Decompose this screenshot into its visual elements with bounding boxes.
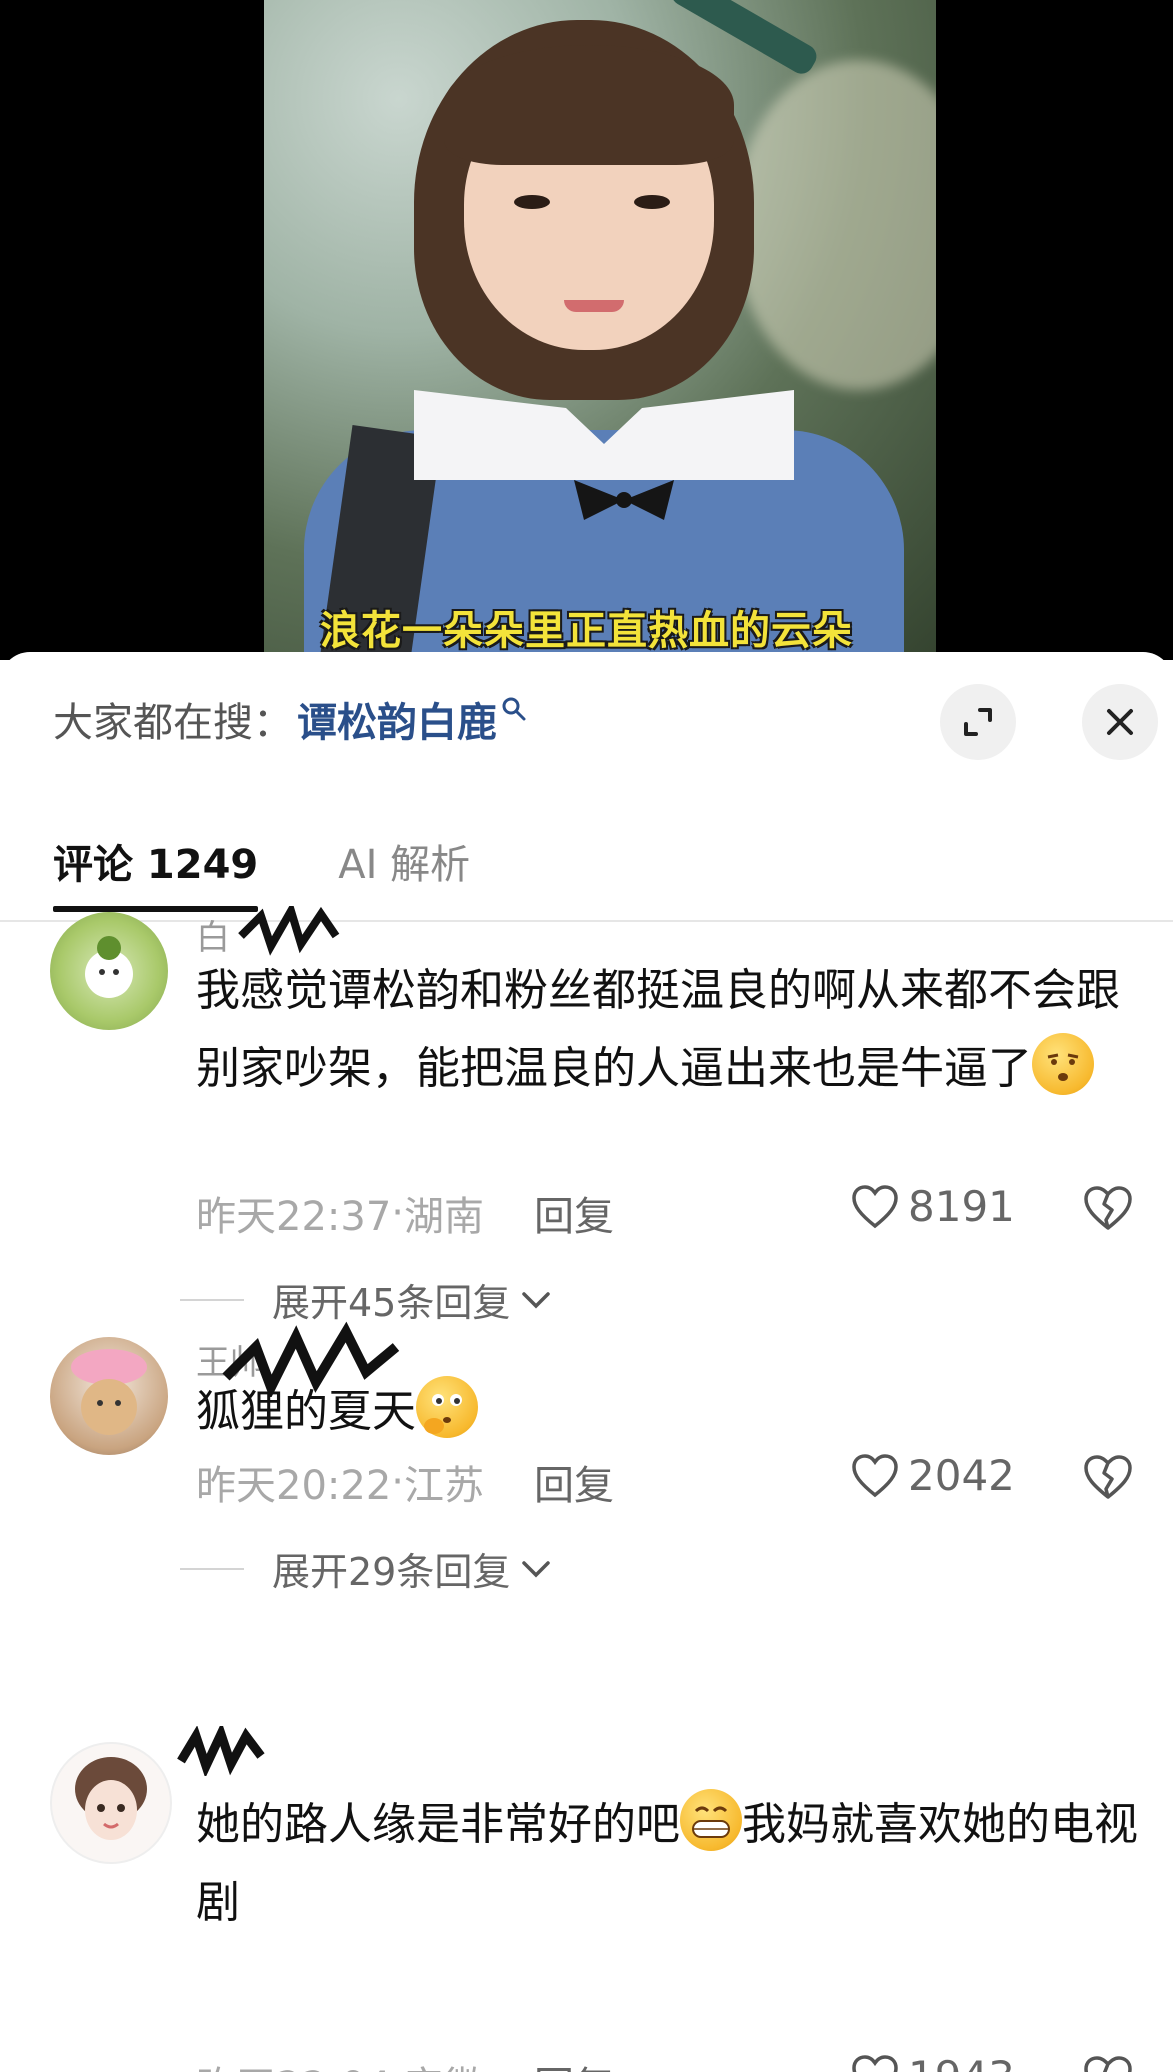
reply-button[interactable]: 回复 [534, 1453, 614, 1511]
comment-meta: 昨天22:04 · 安徽 回复 [196, 2054, 614, 2072]
broken-heart-icon [1084, 1186, 1132, 1230]
grinning-face-icon [680, 1789, 742, 1851]
username-redaction [238, 906, 340, 956]
broken-heart-icon [1084, 2056, 1132, 2072]
tab-comments-label: 评论 1249 [53, 842, 259, 888]
comment-panel: 大家都在搜： 谭松韵白鹿 评论 1249 AI 解析 白 我感觉谭松韵和粉丝都挺… [0, 652, 1173, 2072]
comment-location: 湖南 [404, 1194, 484, 1240]
search-prefix: 大家都在搜： [53, 700, 293, 746]
comment-text: 狐狸的夏天 [196, 1373, 1156, 1451]
close-button[interactable] [1082, 684, 1158, 760]
heart-icon [852, 2054, 898, 2072]
expand-replies-label: 展开29条回复 [272, 1550, 511, 1594]
comment-location: 安徽 [404, 2054, 484, 2072]
comment-text: 我感觉谭松韵和粉丝都挺温良的啊从来都不会跟别家吵架，能把温良的人逼出来也是牛逼了 [196, 965, 1120, 1095]
comment-location: 江苏 [404, 1463, 484, 1509]
dislike-button[interactable] [1082, 1184, 1134, 1236]
comment-time: 昨天20:22 [196, 1463, 392, 1509]
divider [0, 920, 1173, 922]
tab-ai-analysis[interactable]: AI 解析 [338, 832, 470, 890]
video-frame [264, 0, 936, 660]
like-count: 1943 [908, 2052, 1015, 2072]
video-subtitle: 浪花一朵朵里正直热血的云朵 [320, 608, 853, 654]
chevron-down-icon [522, 1560, 551, 1577]
broken-heart-icon [1084, 1455, 1132, 1499]
like-button[interactable]: 1943 [850, 2052, 1015, 2072]
comment-time: 昨天22:04 [196, 2054, 391, 2072]
dislike-button[interactable] [1082, 2054, 1134, 2072]
search-term-link[interactable]: 谭松韵白鹿 [297, 690, 497, 748]
username-redaction [177, 1726, 265, 1776]
expand-icon [964, 708, 992, 736]
heart-icon [852, 1184, 898, 1228]
search-icon [502, 697, 526, 721]
divider [180, 1567, 244, 1570]
unamused-face-icon [1032, 1033, 1094, 1095]
chevron-down-icon [522, 1291, 551, 1308]
tab-ai-label: AI 解析 [338, 842, 471, 888]
heart-icon [852, 1453, 898, 1497]
comment-tabs: 评论 1249 AI 解析 [53, 832, 550, 912]
comment-meta: 昨天22:37 · 湖南 回复 [196, 1184, 614, 1242]
like-button[interactable]: 8191 [850, 1182, 1015, 1231]
avatar[interactable] [50, 912, 168, 1030]
tab-comments[interactable]: 评论 1249 [53, 832, 259, 912]
like-button[interactable]: 2042 [850, 1451, 1015, 1500]
close-icon [1107, 709, 1133, 735]
divider [180, 1298, 244, 1301]
video-player[interactable]: 浪花一朵朵里正直热血的云朵 [0, 0, 1173, 660]
thinking-face-icon [416, 1376, 478, 1438]
trending-search[interactable]: 大家都在搜： 谭松韵白鹿 [53, 690, 527, 748]
reply-button[interactable]: 回复 [534, 1184, 614, 1242]
like-count: 8191 [908, 1182, 1015, 1231]
expand-button[interactable] [940, 684, 1016, 760]
reply-button[interactable]: 回复 [534, 2054, 614, 2072]
comment-time: 昨天22:37 [196, 1194, 392, 1240]
avatar[interactable] [50, 1742, 172, 1864]
comment-text: 她的路人缘是非常好的吧 我妈就喜欢她的电视剧 [196, 1786, 1156, 1942]
comment-meta: 昨天20:22 · 江苏 回复 [196, 1453, 614, 1511]
like-count: 2042 [908, 1451, 1015, 1500]
avatar[interactable] [50, 1337, 168, 1455]
expand-replies[interactable]: 展开29条回复 [180, 1541, 552, 1596]
dislike-button[interactable] [1082, 1453, 1134, 1505]
